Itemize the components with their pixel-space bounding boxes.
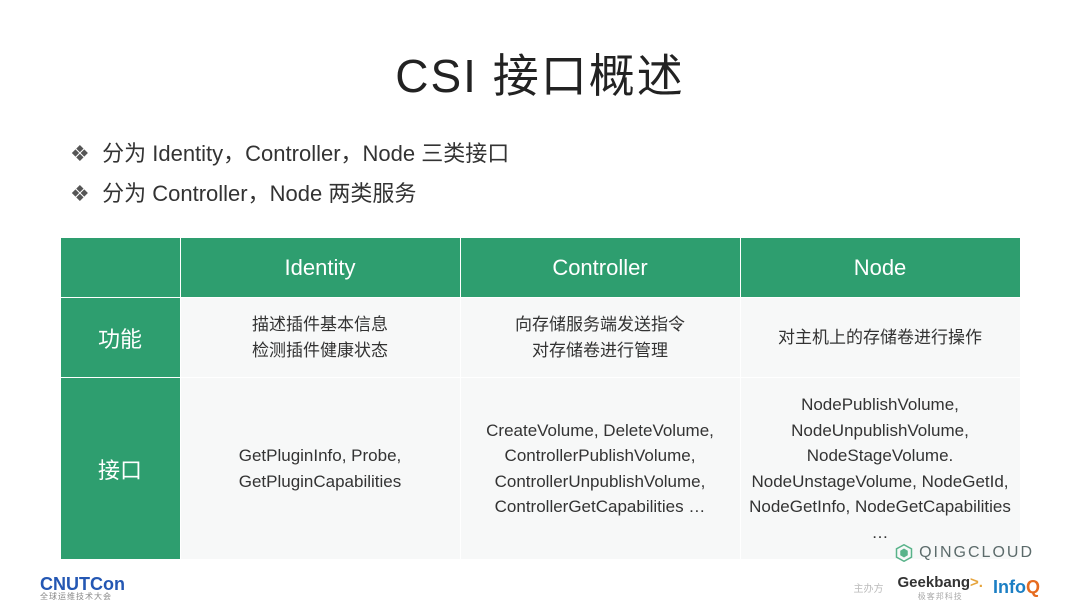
cell: GetPluginInfo, Probe, GetPluginCapabilit… [180,378,460,560]
infoq-logo: InfoQ [993,577,1040,598]
col-header-controller: Controller [460,238,740,298]
qingcloud-text: QINGCLOUD [919,544,1034,562]
bullet-icon: ❖ [70,174,96,214]
cnutcon-text: CNUTCon [40,574,125,594]
footer: CNUTCon 全球运维技术大会 主办方 Geekbang>. 极客邦科技 In… [0,566,1080,608]
geekbang-text: Geekbang [898,574,971,591]
bullet-icon: ❖ [70,134,96,174]
bullet-item: ❖ 分为 Controller，Node 两类服务 [70,174,1030,214]
geekbang-chevron-icon: >. [970,574,983,591]
bullet-item: ❖ 分为 Identity，Controller，Node 三类接口 [70,134,1030,174]
table-corner [60,238,180,298]
geekbang-subtitle: 极客邦科技 [898,591,983,602]
slide-title: CSI 接口概述 [50,40,1030,106]
bullet-text: 分为 Identity，Controller，Node 三类接口 [102,141,509,166]
row-header-interface: 接口 [60,378,180,560]
geekbang-logo: Geekbang>. 极客邦科技 [898,574,983,602]
col-header-node: Node [740,238,1020,298]
slide: CSI 接口概述 ❖ 分为 Identity，Controller，Node 三… [0,0,1080,608]
sponsor-label: 主办方 [854,580,884,595]
footer-sponsors: 主办方 Geekbang>. 极客邦科技 InfoQ [854,574,1040,602]
qingcloud-logo: QINGCLOUD [895,544,1034,562]
cell: CreateVolume, DeleteVolume, ControllerPu… [460,378,740,560]
cnutcon-subtitle: 全球运维技术大会 [40,593,125,601]
row-header-function: 功能 [60,298,180,378]
bullet-list: ❖ 分为 Identity，Controller，Node 三类接口 ❖ 分为 … [70,134,1030,213]
cell: 描述插件基本信息检测插件健康状态 [180,298,460,378]
infoq-text-a: Info [993,577,1026,597]
col-header-identity: Identity [180,238,460,298]
table-row: 接口 GetPluginInfo, Probe, GetPluginCapabi… [60,378,1020,560]
qingcloud-icon [895,544,913,562]
bullet-text: 分为 Controller，Node 两类服务 [102,181,416,206]
cnutcon-logo: CNUTCon 全球运维技术大会 [40,575,125,601]
infoq-text-b: Q [1026,577,1040,597]
csi-table: Identity Controller Node 功能 描述插件基本信息检测插件… [60,237,1021,560]
table-header-row: Identity Controller Node [60,238,1020,298]
table-row: 功能 描述插件基本信息检测插件健康状态 向存储服务端发送指令对存储卷进行管理 对… [60,298,1020,378]
cell: NodePublishVolume, NodeUnpublishVolume, … [740,378,1020,560]
cell: 向存储服务端发送指令对存储卷进行管理 [460,298,740,378]
cell: 对主机上的存储卷进行操作 [740,298,1020,378]
